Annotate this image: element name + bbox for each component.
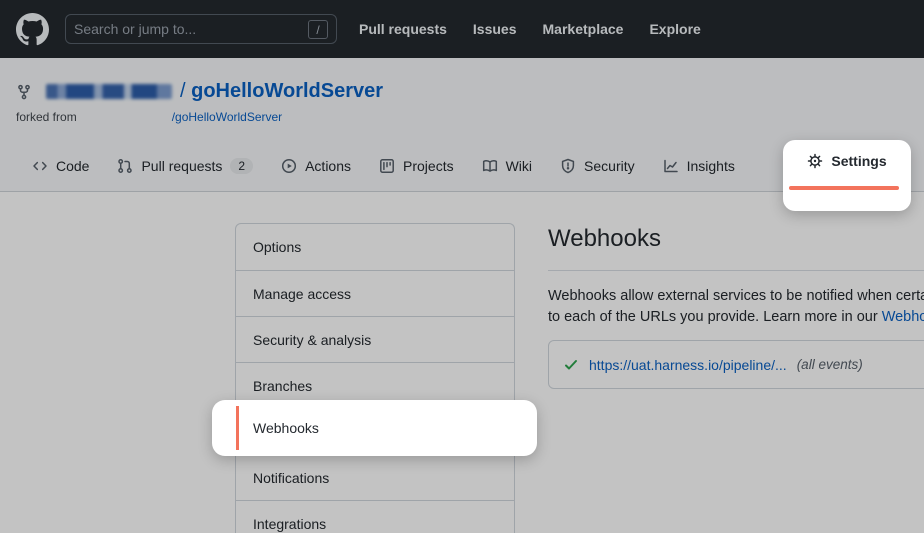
tab-label: Settings bbox=[831, 153, 886, 169]
active-item-indicator bbox=[236, 406, 239, 450]
active-tab-underline bbox=[789, 186, 899, 190]
spotlight-webhooks-item[interactable]: Webhooks bbox=[212, 400, 537, 456]
github-settings-page: / Pull requests Issues Marketplace Explo… bbox=[0, 0, 924, 533]
spotlight-settings-tab[interactable]: Settings bbox=[783, 140, 911, 211]
tab-settings[interactable]: Settings bbox=[783, 153, 911, 169]
sidebar-item-webhooks-active[interactable]: Webhooks bbox=[253, 400, 319, 456]
gear-icon bbox=[807, 153, 823, 169]
